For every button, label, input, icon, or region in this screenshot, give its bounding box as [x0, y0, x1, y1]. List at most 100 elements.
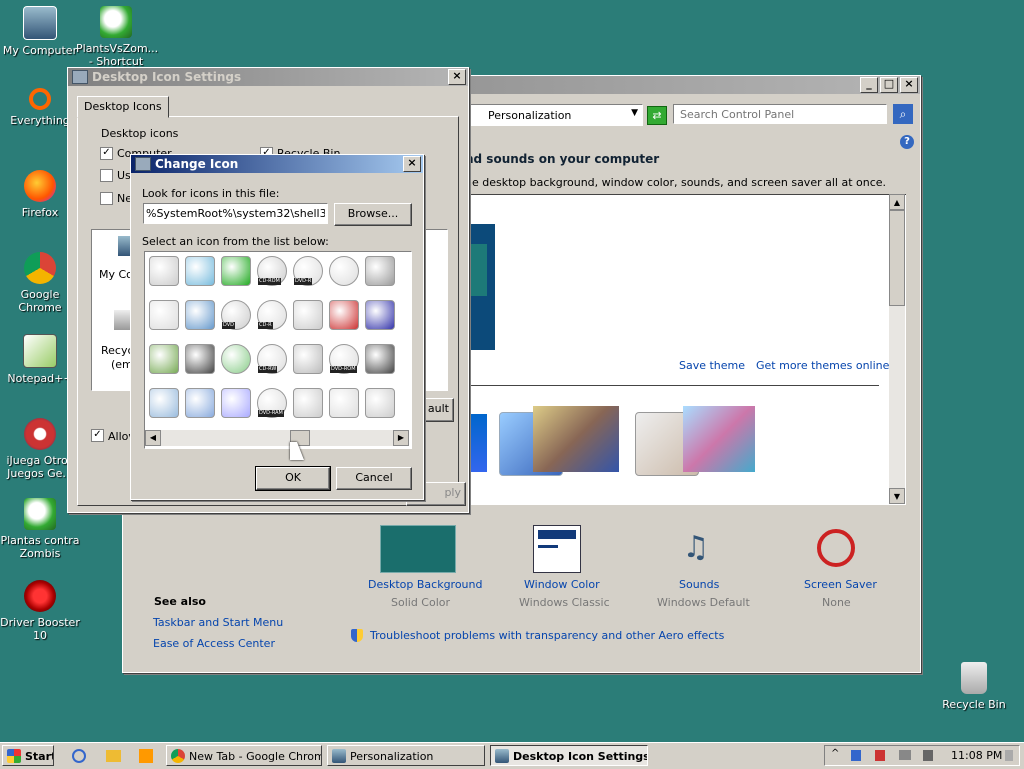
- desktop-icon-plantsvszombies-shortcut[interactable]: PlantsVsZom... - Shortcut: [76, 6, 158, 68]
- desktop-icon-driver-booster[interactable]: Driver Booster 10: [0, 580, 80, 642]
- camera-icon[interactable]: [365, 388, 395, 418]
- computer-checkbox[interactable]: ✓: [100, 147, 113, 160]
- phone-icon[interactable]: [365, 256, 395, 286]
- task-desktop-icon-settings[interactable]: Desktop Icon Settings: [490, 745, 648, 766]
- sounds-link[interactable]: Sounds: [679, 578, 719, 591]
- search-input[interactable]: [673, 104, 887, 124]
- disc-type-label: DVD-ROM: [330, 366, 357, 373]
- dvd-drive-icon[interactable]: DVD: [221, 300, 251, 330]
- desktop-icon-recycle-bin[interactable]: Recycle Bin: [934, 662, 1014, 711]
- network-checkbox[interactable]: [100, 192, 113, 205]
- cd-icon[interactable]: CD-RW: [257, 344, 287, 374]
- help-icon[interactable]: [221, 388, 251, 418]
- scroll-left-arrow[interactable]: ◀: [145, 430, 161, 446]
- window-color-link[interactable]: Window Color: [524, 578, 600, 591]
- allow-themes-checkbox[interactable]: ✓: [91, 429, 104, 442]
- dvd-icon[interactable]: DVD-R: [293, 256, 323, 286]
- clock[interactable]: 11:08 PM: [951, 749, 1002, 762]
- breadcrumb[interactable]: Personalization: [488, 109, 571, 122]
- disc-type-label: DVD-R: [294, 278, 313, 285]
- get-more-themes-link[interactable]: Get more themes online: [756, 359, 889, 372]
- help-icon[interactable]: [185, 388, 215, 418]
- task-personalization[interactable]: Personalization: [327, 745, 485, 766]
- gear-icon[interactable]: [149, 300, 179, 330]
- monitor-tip-icon[interactable]: [185, 256, 215, 286]
- cd-icon[interactable]: CD-R: [257, 300, 287, 330]
- preview-label-recycle: Recyc: [101, 344, 134, 357]
- users-icon[interactable]: [149, 344, 179, 374]
- scroll-right-arrow[interactable]: ▶: [393, 430, 409, 446]
- icon-list-hscrollbar[interactable]: ◀ ▶: [145, 430, 409, 446]
- network-icon[interactable]: [851, 750, 861, 761]
- drive-icon[interactable]: [329, 388, 359, 418]
- disc-type-label: CD-RW: [258, 366, 278, 373]
- media-quicklaunch-icon[interactable]: [139, 749, 153, 763]
- sounds-value: Windows Default: [657, 596, 750, 609]
- users-files-checkbox[interactable]: [100, 169, 113, 182]
- dvd-icon[interactable]: DVD-ROM: [329, 344, 359, 374]
- ease-of-access-link[interactable]: Ease of Access Center: [153, 637, 275, 650]
- cancel-button[interactable]: Cancel: [336, 467, 412, 490]
- ok-button[interactable]: OK: [255, 466, 331, 491]
- security-alert-icon[interactable]: [875, 750, 885, 761]
- users-files-checkbox-label: Us: [117, 169, 131, 182]
- task-chrome[interactable]: New Tab - Google Chrome: [166, 745, 322, 766]
- icon-file-path-input[interactable]: [143, 203, 328, 224]
- scroll-up-arrow[interactable]: ▲: [889, 194, 905, 210]
- minimize-button[interactable]: _: [860, 77, 878, 93]
- chevron-down-icon[interactable]: ▼: [631, 108, 638, 118]
- music-icon[interactable]: [149, 256, 179, 286]
- volume-muted-icon[interactable]: [923, 750, 933, 761]
- close-button[interactable]: ×: [900, 77, 918, 93]
- book-icon[interactable]: [329, 300, 359, 330]
- monitor-icon[interactable]: [185, 344, 215, 374]
- troubleshoot-link[interactable]: Troubleshoot problems with transparency …: [370, 629, 724, 642]
- notification-icon[interactable]: [1005, 750, 1013, 761]
- audio-icon[interactable]: [365, 344, 395, 374]
- search-icon: [29, 88, 51, 110]
- drive-icon[interactable]: [293, 344, 323, 374]
- help-icon[interactable]: ?: [900, 135, 914, 149]
- sounds-icon[interactable]: ♫: [673, 525, 719, 571]
- card-icon[interactable]: [365, 300, 395, 330]
- scroll-thumb[interactable]: [889, 210, 905, 306]
- cd-add-icon[interactable]: [221, 344, 251, 374]
- desktop-background-swatch[interactable]: [380, 525, 456, 573]
- window-color-icon[interactable]: [533, 525, 581, 573]
- close-button[interactable]: ×: [403, 156, 421, 172]
- browse-button[interactable]: Browse...: [334, 203, 412, 226]
- folder-quicklaunch-icon[interactable]: [106, 750, 121, 762]
- change-icon-titlebar[interactable]: Change Icon ×: [131, 155, 423, 173]
- dvd-icon[interactable]: DVD-RAM: [257, 388, 287, 418]
- desktop-icon-my-computer[interactable]: My Computer: [0, 6, 80, 57]
- disc-type-label: DVD-RAM: [258, 410, 284, 417]
- ie-quicklaunch-icon[interactable]: [72, 749, 86, 763]
- search-page-icon[interactable]: [149, 388, 179, 418]
- show-hidden-icons-icon[interactable]: ^: [831, 748, 839, 759]
- scroll-down-arrow[interactable]: ▼: [889, 488, 905, 504]
- close-button[interactable]: ×: [448, 69, 466, 85]
- player-icon[interactable]: [293, 300, 323, 330]
- desktop-background-link[interactable]: Desktop Background: [368, 578, 483, 591]
- computer-icon[interactable]: [185, 300, 215, 330]
- arrow-right-icon[interactable]: [221, 256, 251, 286]
- cd-icon[interactable]: CD-ROM: [257, 256, 287, 286]
- refresh-icon[interactable]: ⇄: [647, 106, 667, 125]
- maximize-button[interactable]: □: [880, 77, 898, 93]
- tab-desktop-icons[interactable]: Desktop Icons: [77, 96, 169, 118]
- theme-scrollbar[interactable]: ▲ ▼: [889, 194, 905, 504]
- search-icon[interactable]: ⌕: [893, 104, 913, 124]
- icon-grid: CD-ROM DVD-R DVD CD-R CD-RW DVD-ROM DVD-RAM: [145, 252, 411, 426]
- icon-list[interactable]: CD-ROM DVD-R DVD CD-R CD-RW DVD-ROM DVD-RAM ◀ …: [144, 251, 412, 449]
- change-icon-dialog: Change Icon × Look for icons in this fil…: [130, 154, 424, 500]
- desktop-icon-settings-titlebar[interactable]: Desktop Icon Settings ×: [68, 68, 468, 86]
- screen-saver-icon[interactable]: [813, 525, 859, 571]
- address-bar[interactable]: Personalization ▼: [469, 104, 643, 126]
- cd-icon[interactable]: [329, 256, 359, 286]
- start-button[interactable]: Start: [2, 745, 54, 766]
- taskbar-start-menu-link[interactable]: Taskbar and Start Menu: [153, 616, 283, 629]
- drive-icon[interactable]: [293, 388, 323, 418]
- save-theme-link[interactable]: Save theme: [679, 359, 745, 372]
- screen-saver-link[interactable]: Screen Saver: [804, 578, 877, 591]
- display-icon[interactable]: [899, 750, 911, 760]
